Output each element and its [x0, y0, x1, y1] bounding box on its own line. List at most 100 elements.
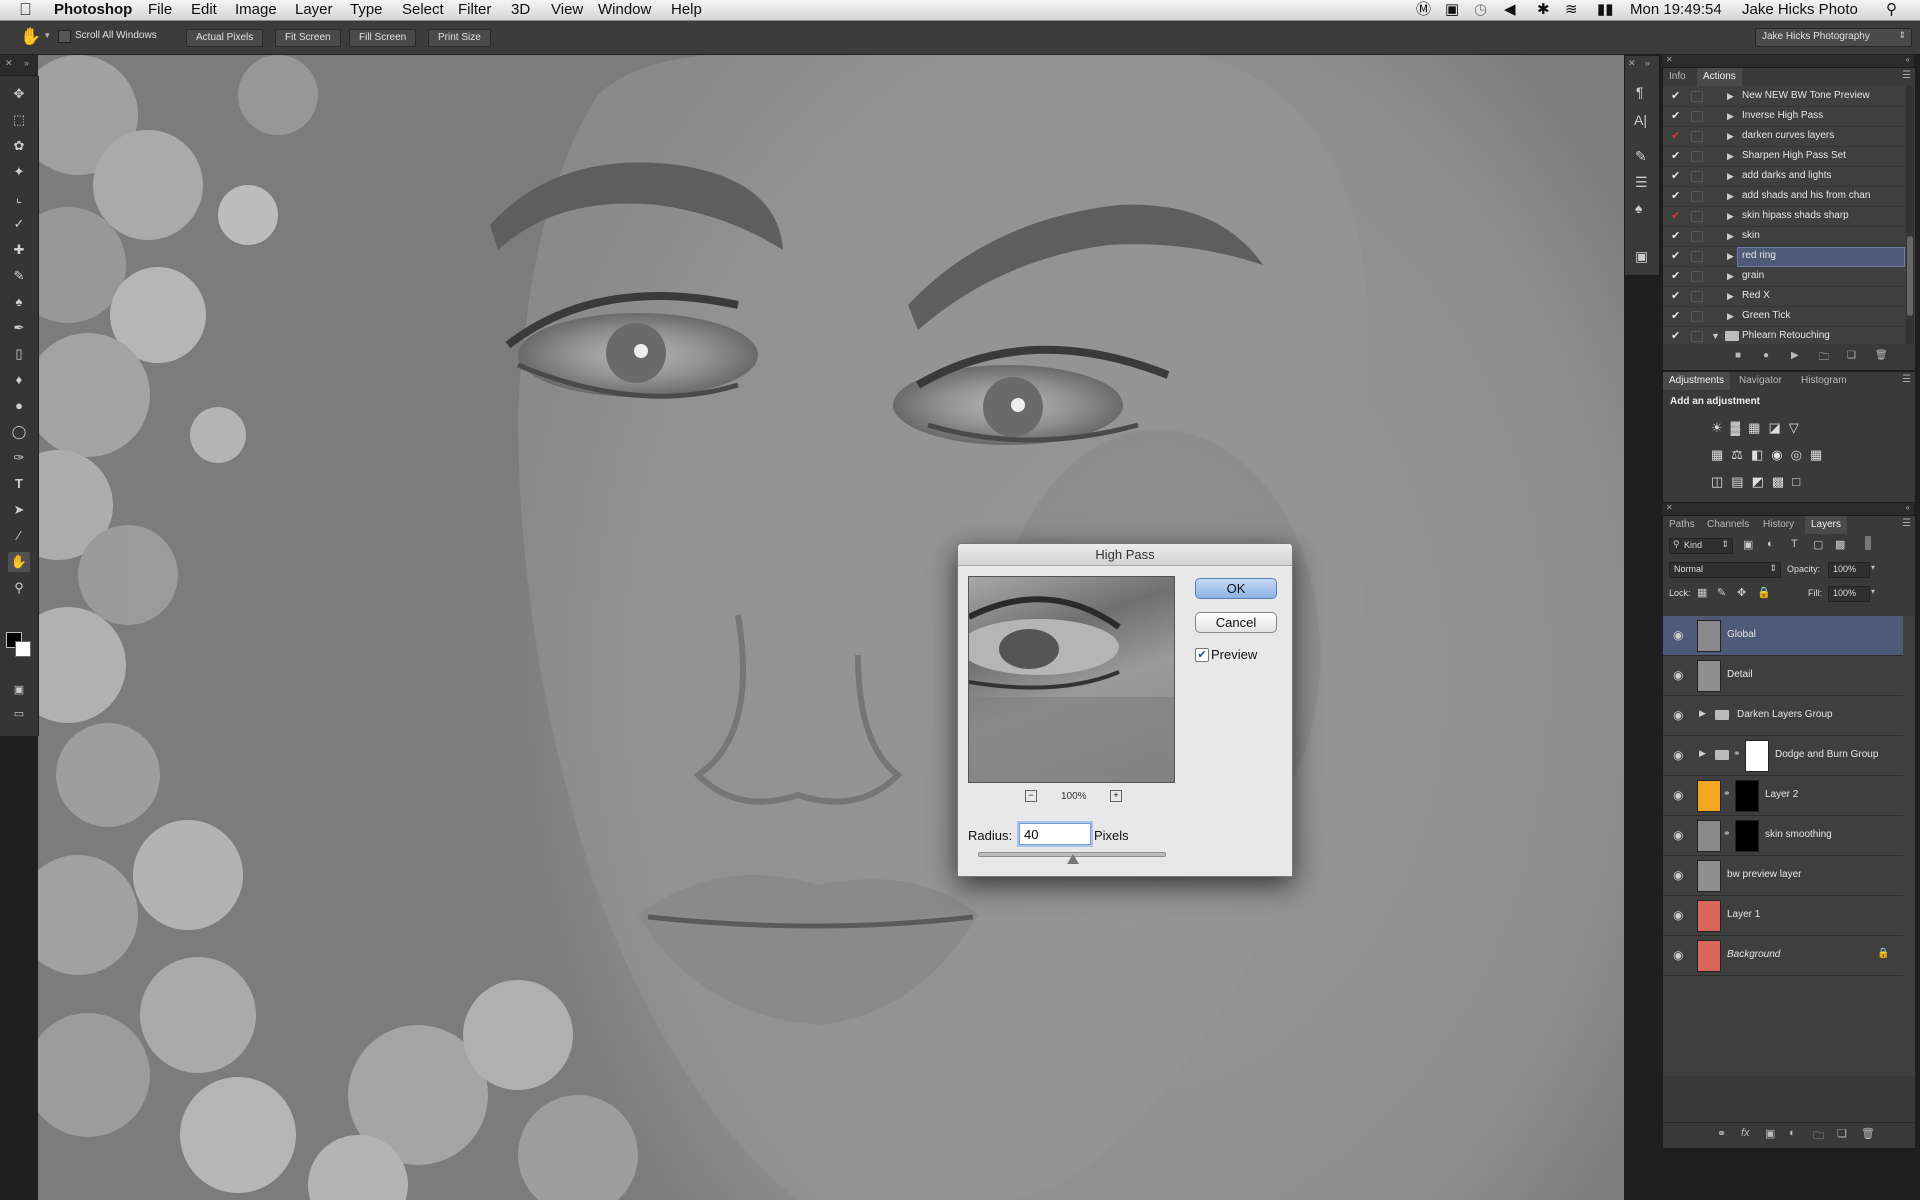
action-item[interactable]: ✔ ▶ add darks and lights: [1663, 166, 1903, 187]
dock-close-icon[interactable]: ✕: [1628, 58, 1636, 69]
battery-icon[interactable]: ▮▮: [1597, 1, 1614, 19]
action-dialog-toggle-icon[interactable]: [1691, 291, 1703, 302]
layer-row[interactable]: ◉ ▶ ⚭ Dodge and Burn Group: [1663, 736, 1903, 776]
visibility-eye-icon[interactable]: ◉: [1673, 868, 1683, 882]
action-item[interactable]: ✔ ▶ grain: [1663, 266, 1903, 287]
filter-kind-select[interactable]: ⚲ Kind ⇕: [1669, 538, 1733, 554]
action-toggle-check-icon[interactable]: ✔: [1671, 186, 1680, 206]
layer-thumbnail[interactable]: [1697, 660, 1721, 692]
selective-color-icon[interactable]: □: [1792, 474, 1808, 489]
tab-channels[interactable]: Channels: [1701, 516, 1755, 534]
accessibility-icon[interactable]: Ⓜ: [1416, 1, 1431, 19]
layer-thumbnail[interactable]: [1697, 820, 1721, 852]
new-adjustment-layer-icon[interactable]: ◐: [1789, 1127, 1796, 1139]
magic-wand-tool-icon[interactable]: ✦: [8, 162, 30, 182]
stop-playing-icon[interactable]: ■: [1735, 350, 1741, 361]
new-action-icon[interactable]: ❏: [1847, 350, 1856, 361]
fill-input[interactable]: 100%: [1828, 586, 1870, 602]
action-toggle-check-icon[interactable]: ✔: [1671, 126, 1680, 146]
eyedropper-tool-icon[interactable]: ✓: [8, 214, 30, 234]
opacity-chevron-icon[interactable]: ▾: [1871, 563, 1875, 572]
tab-navigator[interactable]: Navigator: [1733, 372, 1788, 390]
tab-adjustments[interactable]: Adjustments: [1663, 372, 1731, 390]
eraser-tool-icon[interactable]: ▯: [8, 344, 30, 364]
actual-pixels-button[interactable]: Actual Pixels: [186, 29, 264, 47]
action-dialog-toggle-icon[interactable]: [1691, 171, 1703, 182]
photo-filter-icon[interactable]: ◉: [1771, 447, 1790, 462]
brush-settings-icon[interactable]: ☰: [1635, 174, 1648, 191]
hue-saturation-icon[interactable]: ▦: [1711, 447, 1731, 462]
zoom-in-icon[interactable]: +: [1110, 790, 1122, 802]
mask-link-icon[interactable]: ⚭: [1723, 828, 1731, 839]
fit-screen-button[interactable]: Fit Screen: [275, 29, 341, 47]
history-brush-tool-icon[interactable]: ✒: [8, 318, 30, 338]
filter-type-icon[interactable]: T: [1791, 538, 1798, 550]
action-dialog-toggle-icon[interactable]: [1691, 271, 1703, 282]
actions-scroll-thumb[interactable]: [1907, 236, 1913, 316]
line-tool-icon[interactable]: ∕: [8, 526, 30, 546]
clone-source-icon[interactable]: ♠: [1635, 200, 1642, 216]
action-toggle-check-icon[interactable]: ✔: [1671, 286, 1680, 306]
action-toggle-check-icon[interactable]: ✔: [1671, 146, 1680, 166]
action-expand-icon[interactable]: ▶: [1727, 86, 1734, 106]
background-color-swatch[interactable]: [15, 641, 31, 657]
add-mask-icon[interactable]: ▣: [1765, 1127, 1775, 1140]
wifi-icon[interactable]: ≋: [1565, 1, 1578, 19]
menu-edit[interactable]: Edit: [191, 1, 217, 19]
layer-thumbnail[interactable]: [1697, 900, 1721, 932]
radius-input[interactable]: [1019, 823, 1091, 845]
dodge-tool-icon[interactable]: ◯: [8, 422, 30, 442]
action-expand-icon[interactable]: ▶: [1727, 266, 1734, 286]
preview-checkbox[interactable]: ✔: [1195, 648, 1209, 662]
layer-row[interactable]: ◉ ⚭ Layer 2: [1663, 776, 1903, 816]
preview-thumbnail[interactable]: [968, 576, 1175, 783]
menu-file[interactable]: File: [148, 1, 172, 19]
filter-toggle-icon[interactable]: [1865, 536, 1871, 550]
action-dialog-toggle-icon[interactable]: [1691, 331, 1703, 342]
action-item[interactable]: ✔ ▶ New NEW BW Tone Preview: [1663, 86, 1903, 107]
action-dialog-toggle-icon[interactable]: [1691, 131, 1703, 142]
paragraph-icon[interactable]: ¶: [1636, 84, 1644, 100]
move-tool-icon[interactable]: ✥: [8, 84, 30, 104]
curves-icon[interactable]: ▦: [1748, 420, 1768, 435]
brush-tool-icon[interactable]: ✎: [8, 266, 30, 286]
play-icon[interactable]: ▶: [1791, 350, 1799, 361]
group-expand-icon[interactable]: ▶: [1699, 748, 1706, 759]
filter-smart-object-icon[interactable]: ▩: [1835, 538, 1845, 551]
action-toggle-check-icon[interactable]: ✔: [1671, 246, 1680, 266]
layer-mask-thumbnail[interactable]: [1745, 740, 1769, 772]
threshold-icon[interactable]: ◩: [1752, 474, 1772, 489]
filter-pixel-icon[interactable]: ▣: [1743, 538, 1753, 551]
action-expand-icon[interactable]: ▶: [1727, 126, 1734, 146]
color-lookup-icon[interactable]: ▦: [1810, 447, 1830, 462]
visibility-eye-icon[interactable]: ◉: [1673, 708, 1683, 722]
layers-collapse-icon[interactable]: «: [1906, 503, 1910, 512]
layer-row[interactable]: ◉ Global: [1663, 616, 1903, 656]
invert-icon[interactable]: ◫: [1711, 474, 1731, 489]
action-toggle-check-icon[interactable]: ✔: [1671, 86, 1680, 106]
lock-transparent-icon[interactable]: ▦: [1697, 586, 1707, 599]
action-toggle-check-icon[interactable]: ✔: [1671, 266, 1680, 286]
action-expand-icon[interactable]: ▶: [1727, 146, 1734, 166]
menu-user[interactable]: Jake Hicks Photo: [1742, 1, 1858, 19]
layers-menu-icon[interactable]: ☰: [1902, 518, 1911, 529]
ok-button[interactable]: OK: [1195, 578, 1277, 599]
delete-action-icon[interactable]: 🗑: [1875, 350, 1888, 361]
mask-link-icon[interactable]: ⚭: [1733, 748, 1741, 759]
action-expand-icon[interactable]: ▶: [1727, 106, 1734, 126]
actions-close-icon[interactable]: ✕: [1666, 55, 1673, 64]
lasso-tool-icon[interactable]: ✿: [8, 136, 30, 156]
delete-layer-icon[interactable]: 🗑: [1861, 1127, 1875, 1140]
layer-row[interactable]: ◉ ▶ Darken Layers Group: [1663, 696, 1903, 736]
layer-row[interactable]: ◉ Detail: [1663, 656, 1903, 696]
zoom-tool-icon[interactable]: ⚲: [8, 578, 30, 598]
healing-brush-tool-icon[interactable]: ✚: [8, 240, 30, 260]
actions-scrollbar[interactable]: [1906, 86, 1914, 344]
menu-filter[interactable]: Filter: [458, 1, 491, 19]
visibility-eye-icon[interactable]: ◉: [1673, 788, 1683, 802]
new-layer-icon[interactable]: ❏: [1837, 1127, 1847, 1140]
action-expand-icon[interactable]: ▶: [1727, 286, 1734, 306]
visibility-eye-icon[interactable]: ◉: [1673, 908, 1683, 922]
hand-tool-icon[interactable]: ✋: [20, 27, 41, 47]
menu-layer[interactable]: Layer: [295, 1, 333, 19]
